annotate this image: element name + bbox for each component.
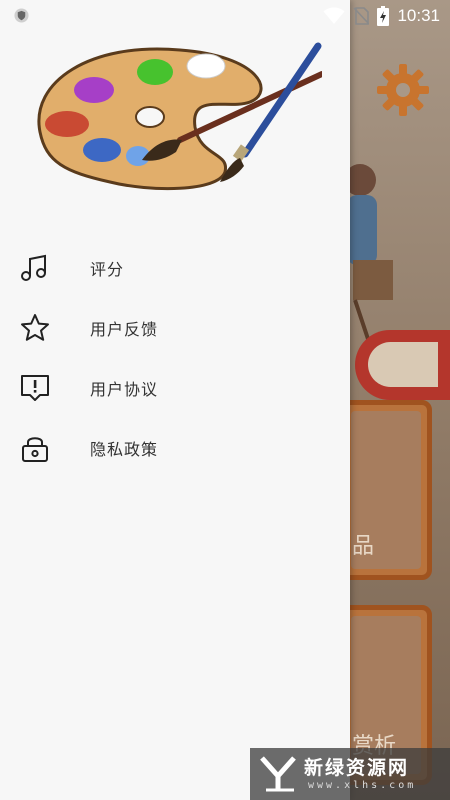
no-sim-icon (353, 7, 370, 25)
drawer-menu: 评分 用户反馈 用户协议 隐私政策 (0, 238, 350, 478)
menu-item-label: 隐私政策 (90, 440, 159, 459)
wifi-icon (323, 7, 345, 24)
status-icons: 10:31 (323, 0, 440, 32)
watermark-url: www.xlhs.com (308, 780, 417, 791)
menu-item-feedback[interactable]: 用户反馈 (0, 298, 350, 358)
menu-item-label: 用户协议 (90, 380, 159, 399)
star-icon (21, 314, 49, 341)
gear-icon[interactable] (375, 62, 431, 118)
battery-charging-icon (377, 6, 390, 26)
menu-item-privacy-policy[interactable]: 隐私政策 (0, 418, 350, 478)
menu-item-rate[interactable]: 评分 (0, 238, 350, 298)
alert-message-icon (21, 375, 49, 401)
menu-item-label: 用户反馈 (90, 320, 159, 339)
shield-notification-icon (14, 8, 29, 23)
status-time: 10:31 (397, 6, 440, 25)
status-bar: 10:31 (0, 0, 450, 32)
lock-icon (22, 437, 48, 462)
watermark-title: 新绿资源网 (304, 757, 410, 779)
menu-item-user-agreement[interactable]: 用户协议 (0, 358, 350, 418)
music-note-icon (21, 254, 46, 281)
background-card-text: 品 (352, 534, 375, 559)
navigation-drawer: 评分 用户反馈 用户协议 隐私政策 (0, 0, 350, 800)
watermark: 新绿资源网 www.xlhs.com (250, 748, 450, 800)
paint-palette-illustration (37, 42, 322, 191)
background-sign (368, 342, 438, 387)
watermark-logo-icon (260, 756, 296, 792)
menu-item-label: 评分 (90, 260, 125, 279)
